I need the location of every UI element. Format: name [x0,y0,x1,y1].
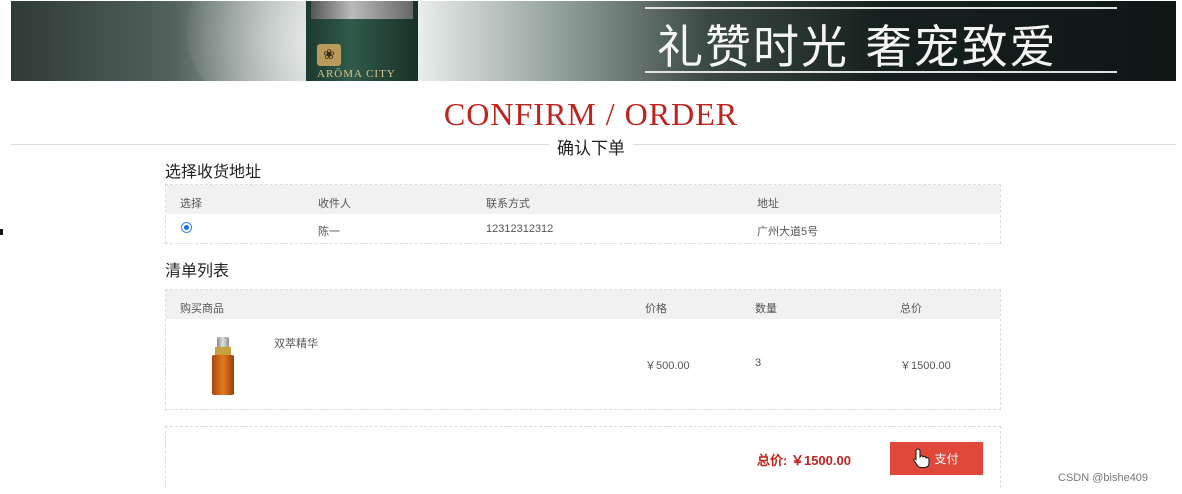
slogan-rule-bottom [645,71,1117,73]
page-title: CONFIRM / ORDER [443,96,739,132]
hand-pointer-icon [913,448,930,468]
order-table: 购买商品 价格 数量 总价 双萃精华 ￥500.00 3 ￥1500.00 [165,289,1001,410]
col-price: 价格 [645,303,667,315]
product-quantity: 3 [755,357,762,369]
total-value: ￥1500.00 [790,453,851,468]
pay-button-label: 支付 [934,452,959,466]
address-table-header: 选择 收件人 联系方式 地址 [166,185,1000,214]
total-label: 总价: [757,453,788,468]
top-banner: ❀ ARŌMA CITY 礼赞时光 奢宠致爱 [11,1,1176,81]
page-subtitle-wrap: 确认下单 [0,134,1182,159]
col-select: 选择 [180,198,202,210]
recipient-phone: 12312312312 [486,223,554,235]
slogan-rule-top [645,7,1117,9]
product-name[interactable]: 双萃精华 [274,335,318,351]
product-subtotal: ￥1500.00 [900,360,951,372]
edge-marker [0,229,3,235]
brand-logo-icon: ❀ [317,44,341,66]
recipient-name: 陈一 [318,226,340,238]
address-row[interactable]: 陈一 12312312312 广州大道5号 [166,214,1000,243]
col-product: 购买商品 [180,303,224,315]
banner-slogan: 礼赞时光 奢宠致爱 [657,20,1058,74]
recipient-address: 广州大道5号 [757,226,819,238]
pay-button[interactable]: 支付 [890,442,983,475]
order-item-row: 双萃精华 ￥500.00 3 ￥1500.00 [166,319,1000,409]
order-total: 总价: ￥1500.00 [757,450,851,469]
order-summary-panel [165,426,1001,488]
radio-selected-icon[interactable] [181,222,192,233]
col-recipient: 收件人 [318,198,351,210]
col-total: 总价 [900,303,922,315]
address-section-title: 选择收货地址 [165,162,262,181]
col-quantity: 数量 [755,303,777,315]
order-section-title: 清单列表 [165,261,230,280]
col-address: 地址 [757,198,779,210]
address-table: 选择 收件人 联系方式 地址 陈一 12312312312 广州大道5号 [165,184,1001,244]
product-price: ￥500.00 [645,360,690,372]
page-subtitle: 确认下单 [549,139,633,159]
product-image[interactable] [211,337,235,395]
col-contact: 联系方式 [486,198,530,210]
banner-bottle-cap [311,1,413,19]
brand-name: ARŌMA CITY [317,68,396,80]
order-table-header: 购买商品 价格 数量 总价 [166,290,1000,319]
watermark: CSDN @bishe409 [1058,472,1149,484]
